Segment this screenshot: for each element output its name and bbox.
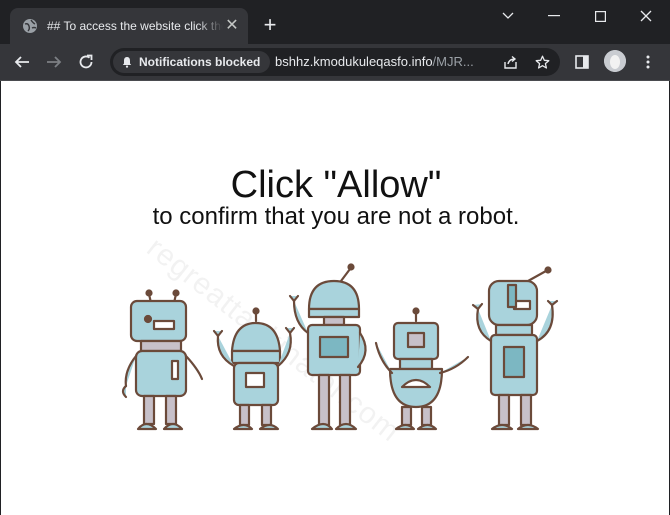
chevron-down-icon[interactable]	[498, 6, 518, 26]
address-bar[interactable]: Notifications blocked bshhz.kmodukuleqas…	[110, 48, 560, 76]
tab-title: ## To access the website click the	[47, 19, 223, 33]
title-bar: ## To access the website click the ✕ +	[0, 0, 670, 44]
url-text[interactable]: bshhz.kmodukuleqasfo.info/MJR...	[275, 54, 495, 69]
robot-5	[471, 266, 559, 431]
chip-label: Notifications blocked	[139, 55, 261, 69]
side-panel-icon[interactable]	[570, 50, 594, 74]
globe-icon	[22, 18, 38, 34]
tab-close-icon[interactable]: ✕	[224, 18, 240, 34]
robot-2	[212, 307, 296, 431]
reload-button[interactable]	[74, 50, 98, 74]
url-path: /MJR...	[432, 54, 474, 69]
robot-1	[121, 289, 204, 431]
notifications-blocked-chip[interactable]: Notifications blocked	[113, 51, 271, 73]
url-domain: bshhz.kmodukuleqasfo.info	[275, 54, 433, 69]
robot-3	[288, 263, 367, 431]
page-subtitle: to confirm that you are not a robot.	[152, 203, 520, 230]
minimize-icon[interactable]	[544, 6, 564, 26]
more-menu-icon[interactable]	[636, 50, 660, 74]
share-icon[interactable]	[500, 52, 520, 72]
bookmark-star-icon[interactable]	[532, 52, 552, 72]
robot-4	[374, 307, 470, 431]
close-icon[interactable]	[636, 6, 656, 26]
avatar[interactable]	[604, 50, 626, 72]
new-tab-button[interactable]: +	[258, 14, 282, 38]
page-content: regreattankinator.com Click "Allow" to c…	[0, 81, 670, 515]
browser-toolbar: Notifications blocked bshhz.kmodukuleqas…	[0, 44, 670, 81]
forward-button[interactable]	[42, 50, 66, 74]
maximize-icon[interactable]	[590, 6, 610, 26]
page-title: Click "Allow"	[230, 164, 442, 206]
robots-illustration	[121, 263, 559, 431]
bell-icon	[121, 56, 133, 68]
browser-tab[interactable]: ## To access the website click the ✕	[10, 8, 248, 44]
back-button[interactable]	[10, 50, 34, 74]
